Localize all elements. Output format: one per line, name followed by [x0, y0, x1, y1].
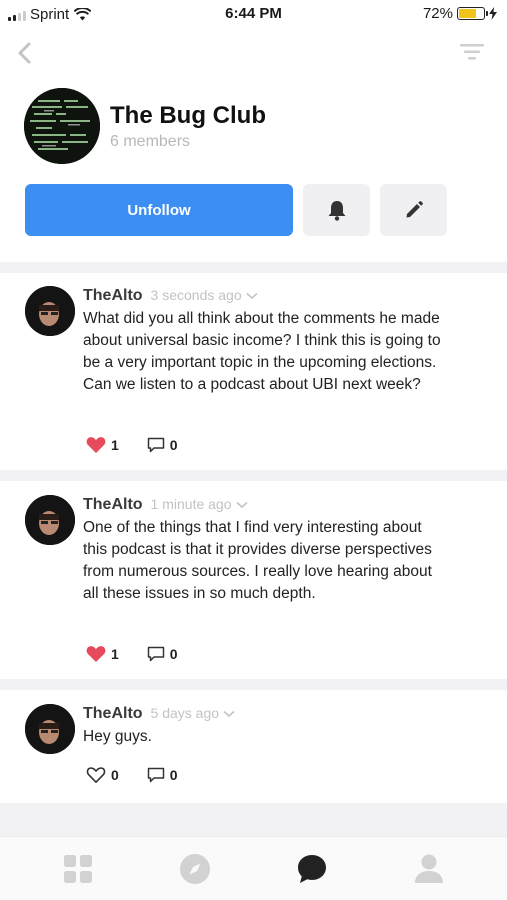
- comment-icon: [147, 767, 165, 783]
- section-divider: [0, 262, 507, 273]
- user-photo-image: [25, 495, 75, 545]
- status-bar: Sprint 6:44 PM 72%: [0, 0, 507, 30]
- post-options-button[interactable]: [246, 287, 258, 305]
- tab-discover[interactable]: [175, 849, 215, 889]
- post-header: TheAlto 3 seconds ago: [83, 287, 443, 305]
- notifications-button[interactable]: [303, 184, 370, 236]
- chevron-down-icon: [223, 710, 235, 718]
- avatar[interactable]: [25, 704, 75, 754]
- tab-bar: [0, 836, 507, 900]
- club-header: The Bug Club 6 members: [24, 88, 266, 164]
- club-info: The Bug Club 6 members: [110, 102, 266, 151]
- post-body: TheAlto 1 minute ago One of the things t…: [83, 496, 443, 605]
- post-options-button[interactable]: [223, 705, 235, 723]
- post-text: One of the things that I find very inter…: [83, 519, 432, 602]
- battery-percent: 72%: [422, 5, 453, 22]
- post-timestamp: 5 days ago: [150, 705, 220, 721]
- post-item: TheAlto 5 days ago Hey guys. 0 0: [0, 704, 507, 799]
- feed-end-area: [0, 803, 507, 836]
- edit-button[interactable]: [380, 184, 447, 236]
- post-timestamp: 3 seconds ago: [150, 287, 242, 303]
- chevron-left-icon: [18, 42, 31, 64]
- post-timestamp: 1 minute ago: [150, 496, 232, 512]
- post-divider: [0, 470, 507, 481]
- comment-button[interactable]: 0: [147, 437, 178, 453]
- like-button[interactable]: 1: [86, 645, 119, 663]
- unfollow-button[interactable]: Unfollow: [25, 184, 293, 236]
- comment-button[interactable]: 0: [147, 767, 178, 783]
- chat-bubble-icon: [297, 854, 326, 883]
- heart-outline-icon: [86, 767, 106, 783]
- profile-icon: [414, 854, 443, 883]
- filter-icon: [460, 44, 484, 60]
- avatar[interactable]: [25, 286, 75, 336]
- like-count: 0: [111, 767, 119, 783]
- member-count[interactable]: 6 members: [110, 133, 266, 151]
- comment-icon: [147, 646, 165, 662]
- post-meta: 1 0: [86, 436, 206, 454]
- post-text: What did you all think about the comment…: [83, 310, 441, 393]
- post-author[interactable]: TheAlto: [83, 496, 143, 514]
- user-photo-image: [25, 704, 75, 754]
- club-actions: Unfollow: [25, 184, 447, 236]
- post-header: TheAlto 5 days ago: [83, 705, 443, 723]
- post-divider: [0, 679, 507, 690]
- club-avatar[interactable]: [24, 88, 100, 164]
- post-author[interactable]: TheAlto: [83, 705, 143, 723]
- status-right: 72%: [423, 5, 497, 22]
- post-header: TheAlto 1 minute ago: [83, 496, 443, 514]
- filter-button[interactable]: [459, 42, 485, 62]
- post-options-button[interactable]: [235, 496, 248, 514]
- back-button[interactable]: [12, 38, 38, 68]
- heart-filled-icon: [86, 437, 106, 453]
- grid-icon: [64, 854, 93, 883]
- post-meta: 1 0: [86, 645, 206, 663]
- avatar[interactable]: [25, 495, 75, 545]
- pencil-icon: [406, 201, 423, 218]
- bell-icon: [328, 201, 345, 221]
- post-body: TheAlto 5 days ago Hey guys.: [83, 705, 443, 748]
- comment-button[interactable]: 0: [147, 646, 178, 662]
- tab-chat[interactable]: [292, 849, 332, 889]
- like-count: 1: [111, 646, 119, 662]
- compass-icon: [180, 853, 211, 884]
- like-button[interactable]: 1: [86, 436, 119, 454]
- tab-profile[interactable]: [409, 849, 449, 889]
- post-item: TheAlto 3 seconds ago What did you all t…: [0, 286, 507, 466]
- club-title: The Bug Club: [110, 101, 266, 129]
- comment-count: 0: [169, 767, 178, 783]
- user-photo-image: [25, 286, 75, 336]
- like-count: 1: [111, 437, 119, 453]
- chevron-down-icon: [246, 292, 258, 300]
- code-screen-image: [24, 88, 100, 164]
- post-author[interactable]: TheAlto: [83, 287, 143, 305]
- comment-icon: [147, 437, 165, 453]
- heart-filled-icon: [86, 646, 106, 662]
- comment-count: 0: [169, 646, 178, 662]
- post-text: Hey guys.: [83, 728, 152, 745]
- tab-home[interactable]: [58, 849, 98, 889]
- battery-fill: [459, 9, 477, 18]
- comment-count: 0: [169, 437, 178, 453]
- charging-bolt-icon: [489, 7, 497, 20]
- battery-icon: [457, 7, 488, 20]
- like-button[interactable]: 0: [86, 766, 119, 784]
- chevron-down-icon: [235, 501, 248, 509]
- post-body: TheAlto 3 seconds ago What did you all t…: [83, 287, 443, 396]
- post-item: TheAlto 1 minute ago One of the things t…: [0, 495, 507, 675]
- post-meta: 0 0: [86, 766, 206, 784]
